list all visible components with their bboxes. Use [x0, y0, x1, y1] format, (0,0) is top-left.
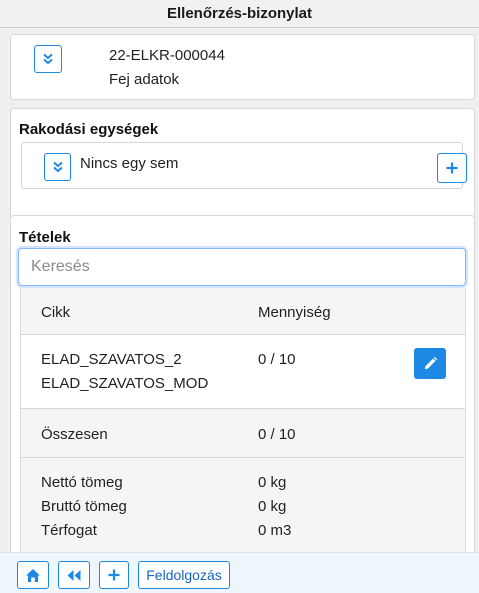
pencil-icon: [424, 356, 437, 370]
gross-weight-label: Bruttó tömeg: [41, 498, 127, 515]
item-quantity: 0 / 10: [258, 351, 296, 368]
document-subtitle: Fej adatok: [109, 71, 180, 88]
table-total-row: Összesen 0 / 10: [21, 409, 465, 458]
table-summary-row: Nettó tömeg 0 kg Bruttó tömeg 0 kg Térfo…: [21, 458, 465, 552]
volume-label: Térfogat: [41, 522, 97, 539]
page-title-text: Ellenőrzés-bizonylat: [166, 5, 313, 22]
loading-units-list: Nincs egy sem: [21, 142, 467, 189]
loading-units-title: Rakodási egységek: [19, 121, 159, 138]
header-card: 22-ELKR-000044 Fej adatok: [10, 34, 475, 100]
loading-units-empty-text: Nincs egy sem: [80, 155, 179, 172]
process-button-label: Feldolgozás: [146, 567, 222, 583]
document-number: 22-ELKR-000044: [109, 47, 225, 64]
page-title: Ellenőrzés-bizonylat: [0, 0, 479, 28]
table-row[interactable]: ELAD_SZAVATOS_2 ELAD_SZAVATOS_MOD 0 / 10: [21, 335, 465, 409]
add-loading-unit-button[interactable]: [437, 153, 467, 183]
back-button[interactable]: [58, 561, 90, 589]
item-name-line2: ELAD_SZAVATOS_MOD: [41, 375, 209, 392]
process-button[interactable]: Feldolgozás: [138, 561, 230, 589]
column-header-quantity: Mennyiség: [258, 304, 331, 321]
items-table: Cikk Mennyiség ELAD_SZAVATOS_2 ELAD_SZAV…: [20, 288, 466, 552]
total-quantity: 0 / 10: [258, 426, 296, 443]
loading-units-card: Rakodási egységek Nincs egy sem: [10, 108, 475, 220]
double-chevron-down-icon: [43, 53, 53, 65]
add-button[interactable]: [99, 561, 129, 589]
bottom-toolbar: Feldolgozás: [0, 552, 479, 593]
edit-item-button[interactable]: [414, 348, 446, 379]
item-name-line1: ELAD_SZAVATOS_2: [41, 351, 182, 368]
home-button[interactable]: [17, 561, 49, 589]
plus-icon: [108, 569, 120, 581]
plus-icon: [446, 162, 458, 174]
column-header-item: Cikk: [41, 304, 71, 321]
expand-units-button[interactable]: [44, 153, 71, 181]
table-header-row: Cikk Mennyiség: [21, 288, 465, 335]
total-label: Összesen: [41, 426, 108, 443]
net-weight-value: 0 kg: [258, 474, 287, 491]
net-weight-label: Nettó tömeg: [41, 474, 123, 491]
double-chevron-down-icon: [52, 161, 63, 173]
expand-header-button[interactable]: [34, 45, 62, 73]
double-chevron-left-icon: [67, 569, 81, 581]
volume-value: 0 m3: [258, 522, 292, 539]
home-icon: [26, 568, 40, 582]
items-title: Tételek: [19, 229, 71, 246]
gross-weight-value: 0 kg: [258, 498, 287, 515]
search-input[interactable]: [18, 248, 466, 286]
